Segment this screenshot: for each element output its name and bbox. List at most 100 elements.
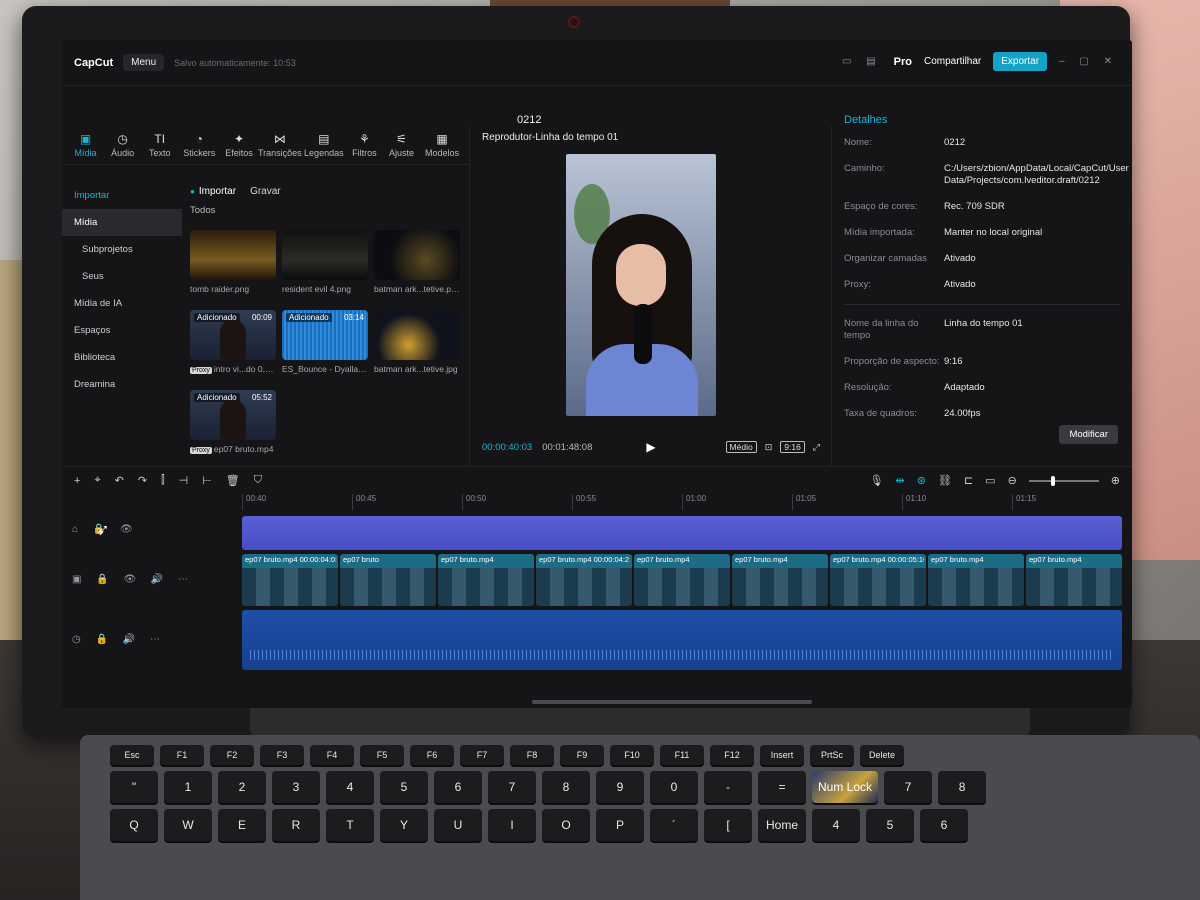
snapshot-icon[interactable]: ⊡ — [765, 442, 773, 453]
video-clip[interactable]: ep07 bruto — [340, 554, 436, 606]
app-logo: CapCut — [74, 56, 114, 69]
audio-clip-top[interactable] — [242, 516, 1122, 550]
media-tile[interactable]: Adicionado 00:09 Proxy intro vi...do 0.mp4 — [190, 310, 276, 382]
select-tool-icon[interactable]: ⌖ — [94, 474, 100, 487]
media-tile[interactable]: batman ark...tetive.jpg — [374, 310, 460, 382]
zoom-slider[interactable] — [1028, 475, 1099, 486]
undo-icon[interactable]: ↶ — [115, 474, 124, 487]
media-tile[interactable]: batman ark...tetive.png — [374, 230, 460, 302]
window-controls-icon[interactable]: – ▢ ✕ — [1059, 56, 1118, 67]
pro-button[interactable]: Pro — [894, 56, 912, 68]
keyboard-key: O — [542, 809, 590, 841]
video-clip[interactable]: ep07 bruto.mp4 — [928, 554, 1024, 606]
details-panel: Detalhes Nome: 0212 Caminho: C:/Users/zbion… — [832, 110, 1132, 466]
sidebar-item-library[interactable]: Biblioteca — [62, 344, 182, 371]
sidebar-item-subprojects[interactable]: Subprojetos — [62, 236, 182, 263]
tab-captions[interactable]: ▤ Legendas — [304, 132, 344, 158]
preview-axis-icon[interactable]: ⊏ — [964, 474, 973, 487]
redo-icon[interactable]: ↷ — [138, 474, 147, 487]
record-button[interactable]: Gravar — [250, 186, 281, 197]
tab-text[interactable]: TI Texto — [146, 132, 173, 158]
details-row: Taxa de quadros: 24.00fps — [832, 401, 1132, 427]
timeline-scrollbar[interactable] — [532, 700, 812, 704]
export-button[interactable]: Exportar — [993, 52, 1048, 71]
ruler-tick: 01:05 — [792, 494, 902, 510]
media-tile[interactable]: Adicionado 03:14 ES_Bounce - Dyalla.mp3 — [282, 310, 368, 382]
music-track-controls-icon[interactable]: ◷ 🔒 🔊 ⋯ — [72, 634, 222, 645]
tab-audio[interactable]: ◷ Áudio — [109, 132, 136, 158]
sidebar-item-import[interactable]: Importar — [62, 182, 182, 209]
layout-icon[interactable]: ▭ ▤ — [842, 56, 882, 67]
keyboard-key: Home — [758, 809, 806, 841]
clip-label: ep07 bruto.mp4 — [931, 555, 984, 564]
media-tile[interactable]: resident evil 4.png — [282, 230, 368, 302]
sidebar-item-ai-media[interactable]: Mídia de IA — [62, 290, 182, 317]
trim-right-icon[interactable]: ⊢ — [202, 474, 212, 487]
tab-templates[interactable]: ▦ Modelos — [425, 132, 459, 158]
tab-adjust[interactable]: ⚟ Ajuste — [388, 132, 415, 158]
audio-track-controls-icon[interactable]: ⌂ 🔒 👁 — [72, 524, 222, 535]
filter-icon: ⚘ — [358, 132, 370, 146]
sidebar-item-yours[interactable]: Seus — [62, 263, 182, 290]
caption-icon[interactable]: ▭ — [985, 474, 995, 487]
keyboard-key: 6 — [920, 809, 968, 841]
video-clip[interactable]: ep07 bruto.mp4 — [732, 554, 828, 606]
media-name: batman ark...tetive.jpg — [374, 364, 458, 374]
video-clip[interactable]: ep07 bruto.mp4 00:00:05:10 — [830, 554, 926, 606]
details-key: Espaço de cores: — [844, 201, 918, 212]
auto-snap-icon[interactable]: ⊛ — [917, 474, 926, 487]
ratio-button[interactable]: 9:16 — [780, 441, 805, 453]
sidebar-item-media[interactable]: Mídia — [62, 209, 182, 236]
play-icon[interactable]: ▶ — [646, 440, 655, 454]
fullscreen-icon[interactable]: ⤢ — [813, 442, 820, 453]
modify-button[interactable]: Modificar — [1059, 425, 1118, 444]
capcut-window: CapCut Menu Salvo automaticamente: 10:53… — [62, 40, 1132, 708]
video-clip[interactable]: ep07 bruto.mp4 00:00:04:21 — [536, 554, 632, 606]
microphone-icon[interactable]: 🎙 — [870, 474, 884, 487]
tab-filters[interactable]: ⚘ Filtros — [351, 132, 378, 158]
media-tile[interactable]: Adicionado 05:52 Proxy ep07 bruto.mp4 — [190, 390, 276, 462]
laptop-lid: CapCut Menu Salvo automaticamente: 10:53… — [22, 6, 1132, 738]
keyboard-key: Esc — [110, 745, 154, 765]
preview-face — [616, 244, 666, 306]
trim-left-icon[interactable]: ⊣ — [179, 474, 189, 487]
media-tile[interactable]: tomb raider.png — [190, 230, 276, 302]
split-icon[interactable]: ⫿ — [161, 474, 165, 487]
video-clip[interactable]: ep07 bruto.mp4 — [634, 554, 730, 606]
ruler-tick: 01:00 — [682, 494, 792, 510]
sidebar-item-dreamina[interactable]: Dreamina — [62, 371, 182, 398]
video-preview[interactable] — [566, 154, 716, 416]
clip-label: ep07 bruto.mp4 — [441, 555, 494, 564]
details-value: C:/Users/zbion/AppData/Local/CapCut/User… — [944, 163, 1129, 186]
media-grid: tomb raider.png resident evil 4.png batman… — [190, 230, 470, 462]
zoom-out-icon[interactable]: ⊖ — [1008, 474, 1017, 487]
sticker-icon: ◔ — [195, 132, 203, 146]
media-name: tomb raider.png — [190, 284, 250, 294]
details-key: Mídia importada: — [844, 227, 915, 238]
import-button[interactable]: Importar — [190, 186, 236, 197]
menu-button[interactable]: Menu — [123, 54, 165, 71]
tab-effects[interactable]: ✦ Efeitos — [225, 132, 253, 158]
share-button[interactable]: Compartilhar — [924, 56, 981, 67]
add-track-icon[interactable]: + — [74, 475, 80, 487]
main-track-magnet-icon[interactable]: ⇹ — [896, 474, 905, 487]
video-clip[interactable]: ep07 bruto.mp4 — [438, 554, 534, 606]
link-icon[interactable]: ⛓ — [938, 474, 952, 487]
shield-icon[interactable]: ⛉ — [254, 474, 262, 487]
tab-transitions[interactable]: ⋈ Transições — [258, 132, 302, 158]
zoom-in-icon[interactable]: ⊕ — [1111, 474, 1120, 487]
tab-media[interactable]: ▣ Mídia — [72, 132, 99, 158]
media-filter[interactable]: Todos — [182, 201, 470, 220]
timeline-ruler[interactable]: 00:40 00:45 00:50 00:55 01:00 01:05 01:10 01:15 — [242, 494, 1122, 510]
keyboard-key: F11 — [660, 745, 704, 765]
video-clip[interactable]: ep07 bruto.mp4 00:00:04:03 — [242, 554, 338, 606]
details-key: Organizar camadas — [844, 253, 927, 264]
audio-clip-main[interactable] — [242, 610, 1122, 670]
tab-stickers[interactable]: ◔ Stickers — [183, 132, 215, 158]
sidebar-item-spaces[interactable]: Espaços — [62, 317, 182, 344]
delete-icon[interactable]: 🗑 — [226, 474, 240, 487]
quality-button[interactable]: Médio — [725, 441, 757, 453]
text-icon: TI — [154, 132, 166, 146]
video-clip[interactable]: ep07 bruto.mp4 — [1026, 554, 1122, 606]
video-track-controls-icon[interactable]: ▣ 🔒 👁 🔊 ⋯ — [72, 574, 222, 585]
